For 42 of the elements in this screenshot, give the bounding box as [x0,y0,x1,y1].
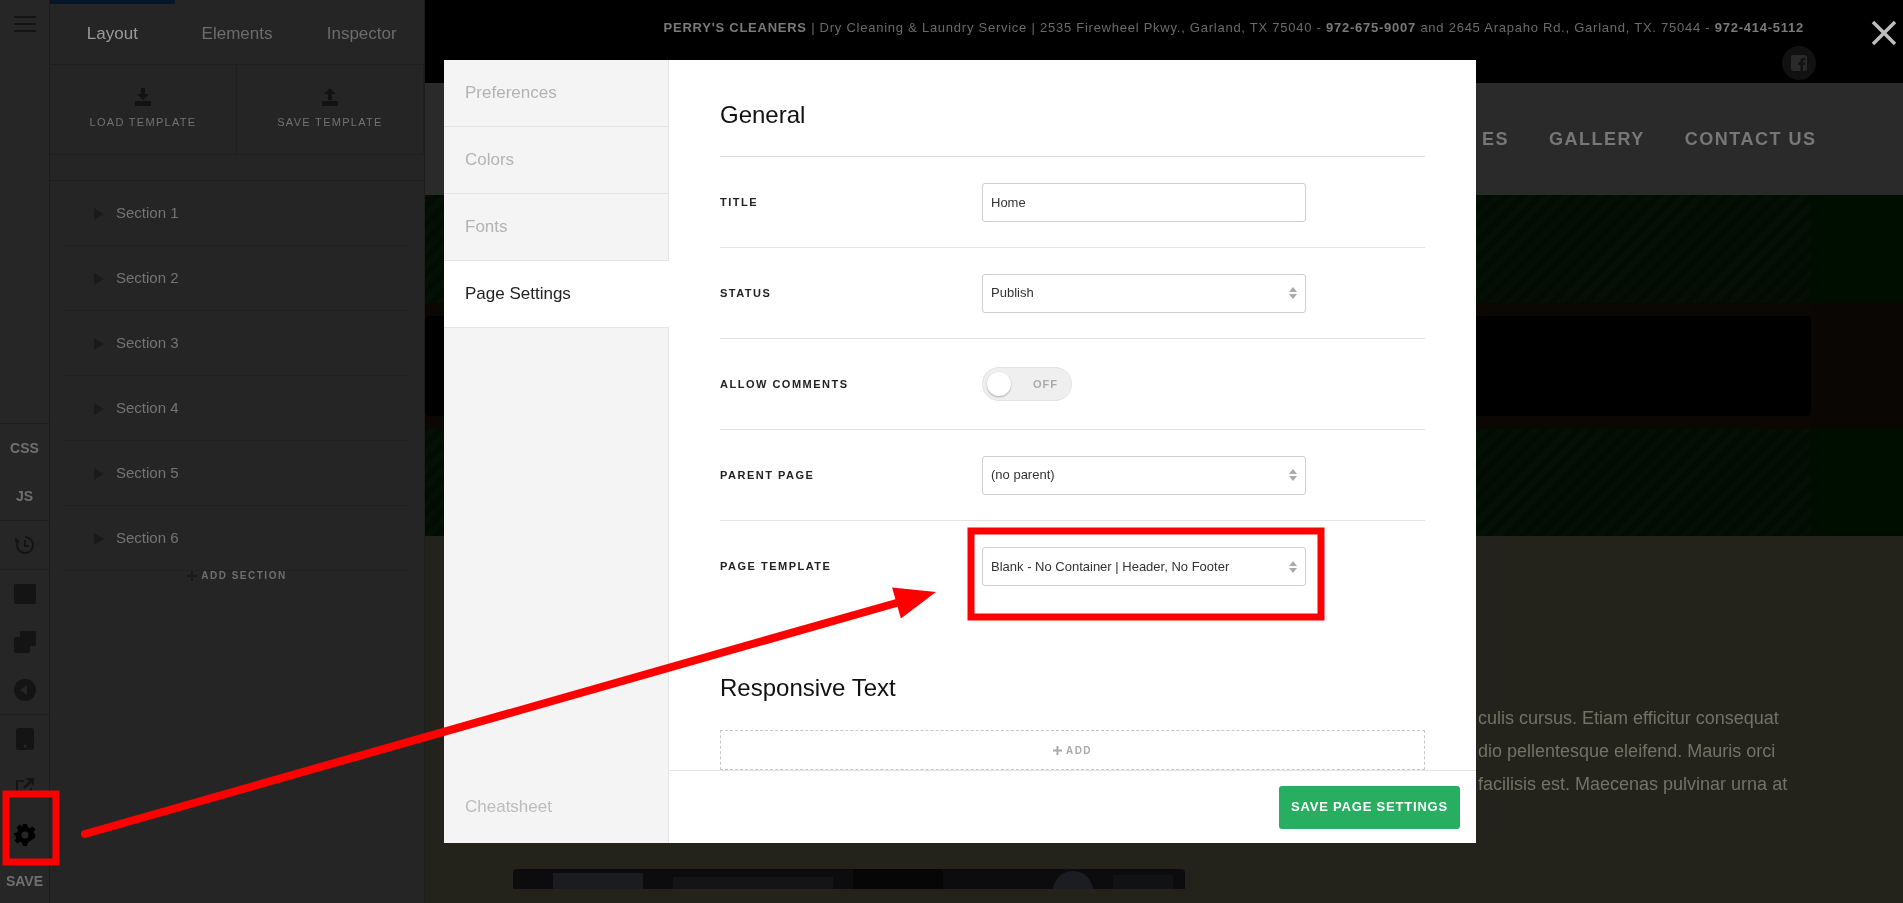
nav-link[interactable]: GALLERY [1549,125,1645,153]
nav-link[interactable]: ES [1482,125,1509,153]
plus-icon [1052,745,1062,755]
contact-info-text: PERRY'S CLEANERS | Dry Cleaning & Laundry Service | 2535 Firewheel Pkwy., Garland, TX 75040 - 972-675-9007 and 2645 Arapaho Rd., Garland, TX. 75044 - 972-414-5112 [662,19,1804,37]
sort-arrows-icon [1289,560,1297,573]
sort-arrows-icon [1289,287,1297,299]
section-item[interactable]: Section 3 [66,311,408,376]
cheatsheet-link[interactable]: Cheatsheet [444,771,668,843]
sidebar-tab[interactable]: Inspector [299,0,424,64]
field-label: PARENT PAGE [720,467,816,483]
section-item[interactable]: Section 1 [66,181,408,246]
settings-icon[interactable] [13,824,36,846]
dialog-nav-item[interactable]: Page Settings [444,261,669,328]
social-icon[interactable] [1782,45,1816,80]
close-icon[interactable] [1871,20,1897,46]
add-button[interactable]: ADD [720,730,1425,770]
field-label: PAGE TEMPLATE [720,559,833,575]
template-action-label[interactable]: LOAD TEMPLATE [89,114,197,131]
sidebar-tab[interactable]: Elements [174,0,300,64]
select-field[interactable]: Blank - No Container | Header, No Footer [982,547,1306,586]
section-item[interactable]: Section 6 [66,506,408,571]
sort-arrows-icon [1289,469,1297,481]
toolbar-label[interactable]: CSS [10,437,39,459]
field-label: STATUS [720,285,773,301]
paragraph-text: culis cursus. Etiam efficitur consequat dio pellentesque eleifend. Mauris orci facilisis est. Maecenas pulvinar urna at [1478,707,1788,796]
sidebar-tab[interactable]: Layout [50,0,175,64]
template-action-label[interactable]: SAVE TEMPLATE [277,114,383,131]
section-item[interactable]: Section 5 [66,441,408,506]
section-heading: Responsive Text [720,673,897,703]
nav-link[interactable]: CONTACT US [1684,125,1817,153]
section-heading: General [720,60,1425,157]
section-item[interactable]: Section 4 [66,376,408,441]
section-item[interactable]: Section 2 [66,246,408,311]
field-label: ALLOW COMMENTS [720,376,850,392]
text-field[interactable]: Home [982,182,1306,222]
toggle-switch[interactable]: OFF [982,367,1072,401]
toolbar-label[interactable]: JS [15,485,34,507]
select-field[interactable]: Publish [982,273,1306,313]
save-button[interactable]: SAVE PAGE SETTINGS [1279,785,1460,829]
field-label: TITLE [720,194,760,210]
select-field[interactable]: (no parent) [982,455,1306,495]
toolbar-label[interactable]: SAVE [5,870,44,892]
